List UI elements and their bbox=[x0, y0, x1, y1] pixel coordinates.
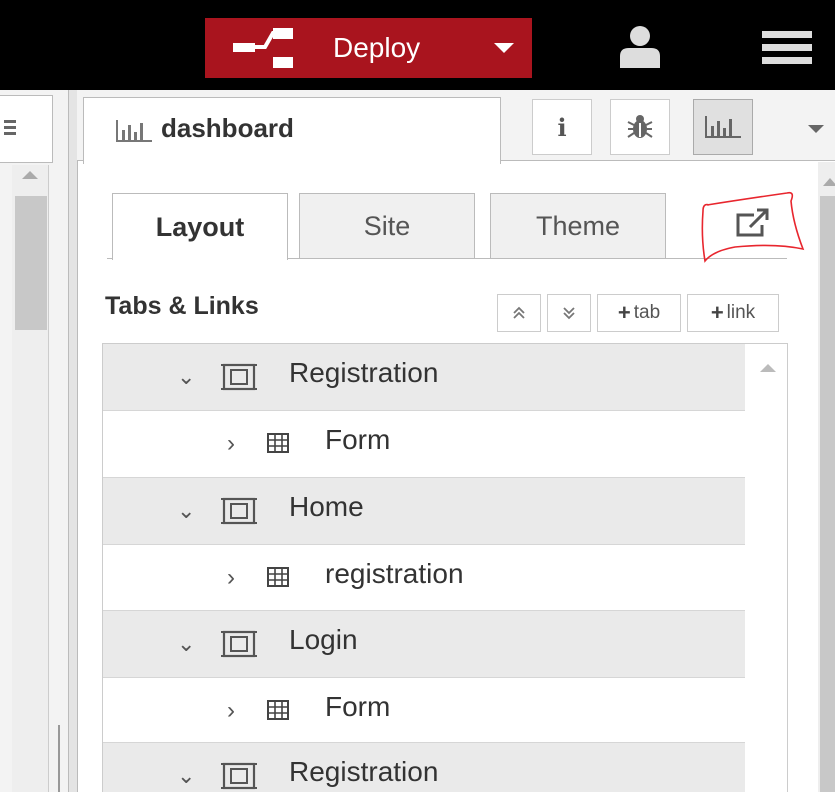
chevron-right-icon[interactable]: › bbox=[227, 697, 235, 725]
tab-theme[interactable]: Theme bbox=[490, 193, 666, 259]
tab-icon bbox=[221, 497, 257, 525]
plus-icon: + bbox=[617, 300, 631, 325]
deploy-dropdown-icon[interactable] bbox=[494, 43, 514, 53]
add-link-label: link bbox=[726, 302, 756, 323]
sidebar-resize-handle[interactable] bbox=[68, 90, 78, 792]
bar-chart-icon bbox=[116, 120, 152, 142]
deploy-button[interactable]: Deploy bbox=[205, 18, 532, 78]
sidebar-tab-label: dashboard bbox=[161, 113, 294, 143]
workspace-tab[interactable] bbox=[0, 95, 53, 163]
plus-icon: + bbox=[710, 300, 724, 325]
table-icon bbox=[267, 700, 289, 720]
annotation-circle bbox=[701, 191, 805, 263]
table-icon bbox=[267, 567, 289, 587]
tree-row-label: Form bbox=[325, 424, 391, 455]
scroll-up-icon[interactable] bbox=[823, 178, 835, 186]
tree-row-label: Registration bbox=[289, 357, 439, 388]
scroll-up-icon[interactable] bbox=[760, 364, 776, 372]
collapse-all-button[interactable] bbox=[497, 294, 541, 332]
debug-button[interactable] bbox=[610, 99, 670, 155]
info-button[interactable]: i bbox=[532, 99, 592, 155]
bug-icon bbox=[627, 115, 653, 138]
chevron-down-icon[interactable]: ⌄ bbox=[177, 498, 195, 524]
sidebar-scroll-thumb[interactable] bbox=[820, 196, 835, 792]
user-icon[interactable] bbox=[617, 24, 663, 68]
menu-icon[interactable] bbox=[762, 31, 812, 65]
tabs-links-title: Tabs & Links bbox=[105, 292, 259, 320]
chevron-right-icon[interactable]: › bbox=[227, 564, 235, 592]
info-icon: i bbox=[557, 112, 567, 142]
tree-row-label: Registration bbox=[289, 756, 439, 787]
sidebar-menu-dropdown-icon[interactable] bbox=[808, 125, 824, 133]
deploy-icon bbox=[233, 28, 293, 68]
expand-all-button[interactable] bbox=[547, 294, 591, 332]
table-icon bbox=[267, 433, 289, 453]
deploy-label: Deploy bbox=[333, 32, 421, 63]
tab-icon bbox=[221, 363, 257, 391]
chevron-down-icon[interactable]: ⌄ bbox=[177, 364, 195, 390]
double-chevron-up-icon bbox=[513, 306, 525, 319]
tree-row-tab[interactable]: ⌄ Registration bbox=[103, 344, 745, 410]
bar-chart-icon bbox=[705, 116, 741, 138]
tab-site[interactable]: Site bbox=[299, 193, 475, 259]
add-tab-label: tab bbox=[633, 302, 661, 323]
tree-row-tab[interactable]: ⌄ Registration bbox=[103, 743, 745, 792]
tree-row-label: Home bbox=[289, 491, 364, 522]
dashboard-button[interactable] bbox=[693, 99, 753, 155]
tree-row-label: Form bbox=[325, 691, 391, 722]
chevron-down-icon[interactable]: ⌄ bbox=[177, 763, 195, 789]
tab-icon bbox=[221, 762, 257, 790]
chevron-down-icon[interactable]: ⌄ bbox=[177, 631, 195, 657]
add-tab-button[interactable]: + tab bbox=[597, 294, 681, 332]
tree-row-group[interactable]: › registration bbox=[103, 545, 745, 611]
tree-row-tab[interactable]: ⌄ Home bbox=[103, 478, 745, 544]
tree-row-label: registration bbox=[325, 558, 464, 589]
scroll-up-icon[interactable] bbox=[22, 171, 38, 179]
tree-row-group[interactable]: › Form bbox=[103, 678, 745, 744]
tabs-links-tree: ⌄ Registration › Form ⌄ Home › registrat… bbox=[102, 343, 788, 792]
tab-icon bbox=[221, 630, 257, 658]
tree-row-label: Login bbox=[289, 624, 358, 655]
add-link-button[interactable]: + link bbox=[687, 294, 779, 332]
double-chevron-down-icon bbox=[563, 307, 575, 320]
list-icon[interactable] bbox=[4, 119, 16, 135]
tree-row-group[interactable]: › Form bbox=[103, 411, 745, 477]
workspace-divider-line bbox=[58, 725, 60, 792]
sidebar-tab-dashboard[interactable]: dashboard bbox=[83, 97, 501, 164]
chevron-right-icon[interactable]: › bbox=[227, 430, 235, 458]
tree-row-tab[interactable]: ⌄ Login bbox=[103, 611, 745, 677]
workspace-scroll-thumb[interactable] bbox=[15, 196, 47, 330]
tab-layout[interactable]: Layout bbox=[112, 193, 288, 260]
